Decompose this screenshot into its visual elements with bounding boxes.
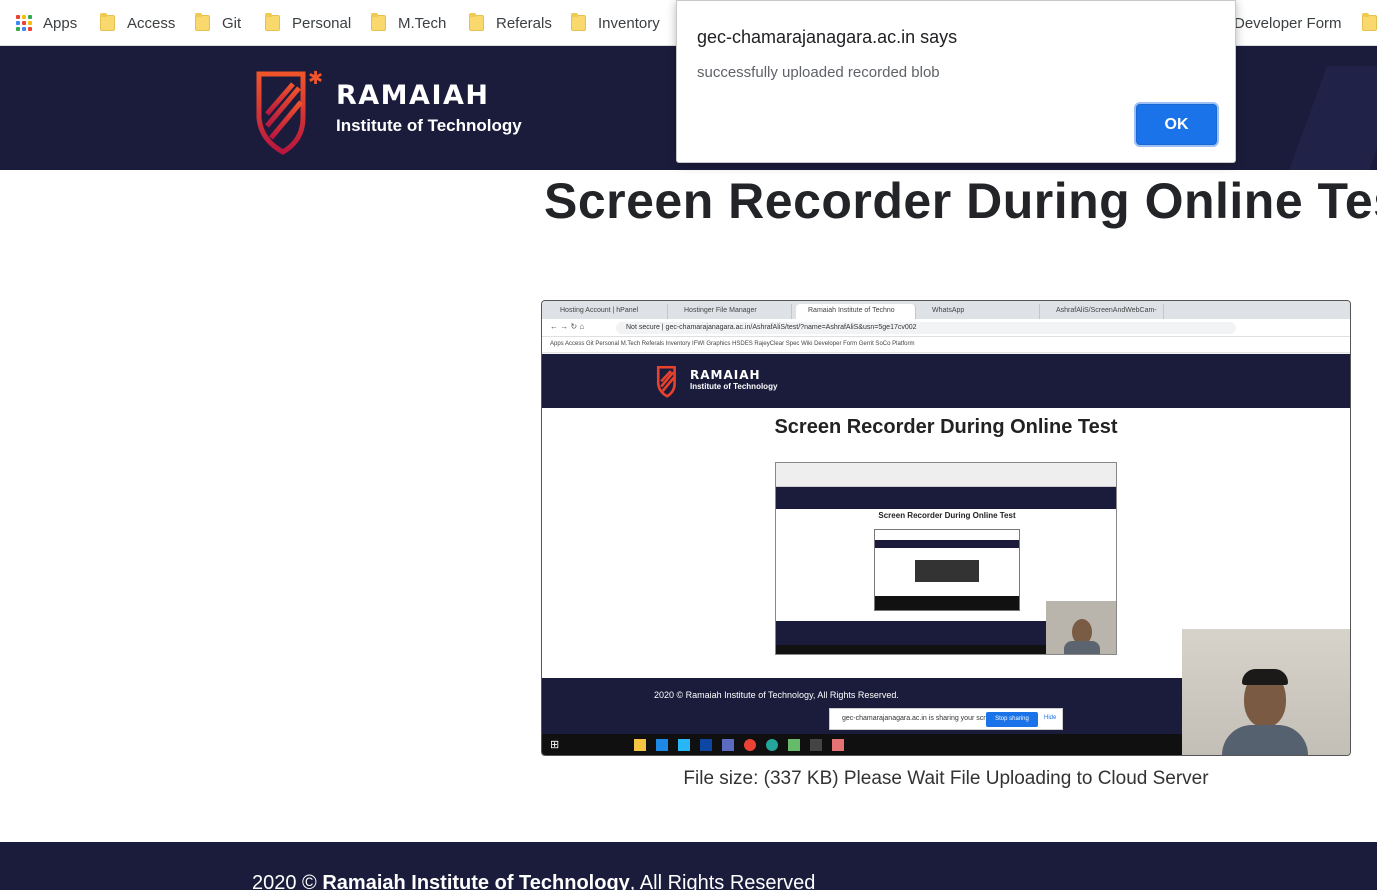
bookmark-apps[interactable]: Apps [16, 12, 77, 34]
ramaiah-logo[interactable]: ✱ RAMAIAH Institute of Technology [253, 66, 553, 156]
footer-copyright: 2020 © Ramaiah Institute of Technology, … [252, 872, 815, 890]
folder-icon [100, 13, 115, 31]
header-decoration [1286, 66, 1377, 170]
video-nav-icons: ← → ↻ ⌂ [550, 322, 585, 331]
nested-browser-chrome [776, 463, 1116, 487]
video-address-bar: ← → ↻ ⌂ Not secure | gec-chamarajanagara… [542, 319, 1350, 337]
windows-start-icon: ⊞ [550, 739, 560, 751]
webcam-feed [1182, 629, 1350, 755]
footer-suffix: , All Rights Reserved [629, 872, 816, 890]
video-browser-tabs: Hosting Account | hPanel Hostinger File … [542, 301, 1350, 319]
bookmark-label: Access [127, 14, 176, 32]
bookmark-inventory[interactable]: Inventory [571, 12, 660, 34]
bookmark-mtech[interactable]: M.Tech [371, 12, 446, 34]
file-size-status: File size: (337 KB) Please Wait File Upl… [683, 768, 1209, 789]
bookmark-referals[interactable]: Referals [469, 12, 552, 34]
video-tab-active: Ramaiah Institute of Techno [796, 304, 916, 319]
bookmark-developer-form[interactable]: Developer Form [1234, 12, 1342, 34]
folder-icon [265, 13, 280, 31]
video-shield-logo-icon [656, 365, 676, 398]
ok-button[interactable]: OK [1136, 104, 1217, 145]
nested-webcam-feed [1046, 601, 1116, 654]
bookmark-label: Personal [292, 14, 352, 32]
video-site-header: RAMAIAH Institute of Technology [542, 354, 1350, 408]
folder-icon [571, 13, 586, 31]
logo-name: RAMAIAH [336, 80, 490, 111]
video-hide-link: Hide [1044, 715, 1057, 721]
alert-dialog: gec-chamarajanagara.ac.in says successfu… [676, 0, 1236, 163]
folder-icon [469, 13, 484, 31]
video-tab: AshrafAliS/ScreenAndWebCam- [1044, 304, 1164, 319]
nested-recording-preview [874, 529, 1020, 611]
apps-grid-icon [16, 15, 32, 31]
recorded-video-player[interactable]: Hosting Account | hPanel Hostinger File … [541, 300, 1351, 756]
nested-site-header [776, 487, 1116, 509]
logo-subtitle: Institute of Technology [336, 116, 522, 135]
video-footer-text: 2020 © Ramaiah Institute of Technology, … [654, 690, 899, 700]
bookmark-label: M.Tech [398, 14, 447, 32]
shield-logo-icon: ✱ [256, 68, 323, 155]
bookmark-personal[interactable]: Personal [265, 12, 351, 34]
folder-icon [1362, 13, 1377, 31]
video-tab: Hosting Account | hPanel [548, 304, 668, 319]
bookmark-apps-label: Apps [43, 14, 78, 32]
footer-year: 2020 © [252, 872, 317, 890]
alert-message: successfully uploaded recorded blob [697, 64, 940, 81]
share-banner-text: gec-chamarajanagara.ac.in is sharing you… [842, 715, 1000, 722]
bookmark-label: Inventory [598, 14, 660, 32]
alert-origin: gec-chamarajanagara.ac.in says [697, 27, 958, 47]
svg-text:✱: ✱ [308, 68, 323, 89]
bookmark-label: Developer Form [1234, 14, 1342, 32]
video-url: Not secure | gec-chamarajanagara.ac.in/A… [616, 322, 1236, 334]
video-bookmarks: Apps Access Git Personal M.Tech Referals… [542, 337, 1350, 353]
video-logo-subtitle: Institute of Technology [690, 382, 778, 391]
video-tab: Hostinger File Manager [672, 304, 792, 319]
bookmark-git[interactable]: Git [195, 12, 241, 34]
video-stop-sharing-button: Stop sharing [986, 712, 1038, 727]
video-logo-name: RAMAIAH [690, 368, 761, 382]
bookmark-access[interactable]: Access [100, 12, 175, 34]
bookmark-label: Git [222, 14, 242, 32]
video-tab: WhatsApp [920, 304, 1040, 319]
video-nested-recording: Screen Recorder During Online Test [775, 462, 1117, 655]
site-footer: 2020 © Ramaiah Institute of Technology, … [0, 842, 1377, 890]
page-title: Screen Recorder During Online Test [544, 173, 1377, 229]
nested-page-title: Screen Recorder During Online Test [878, 511, 1016, 520]
bookmark-label: Referals [496, 14, 552, 32]
folder-icon [195, 13, 210, 31]
video-page-title: Screen Recorder During Online Test [774, 416, 1118, 438]
bookmark-overflow[interactable] [1362, 12, 1377, 34]
folder-icon [371, 13, 386, 31]
footer-org: Ramaiah Institute of Technology [322, 872, 630, 890]
